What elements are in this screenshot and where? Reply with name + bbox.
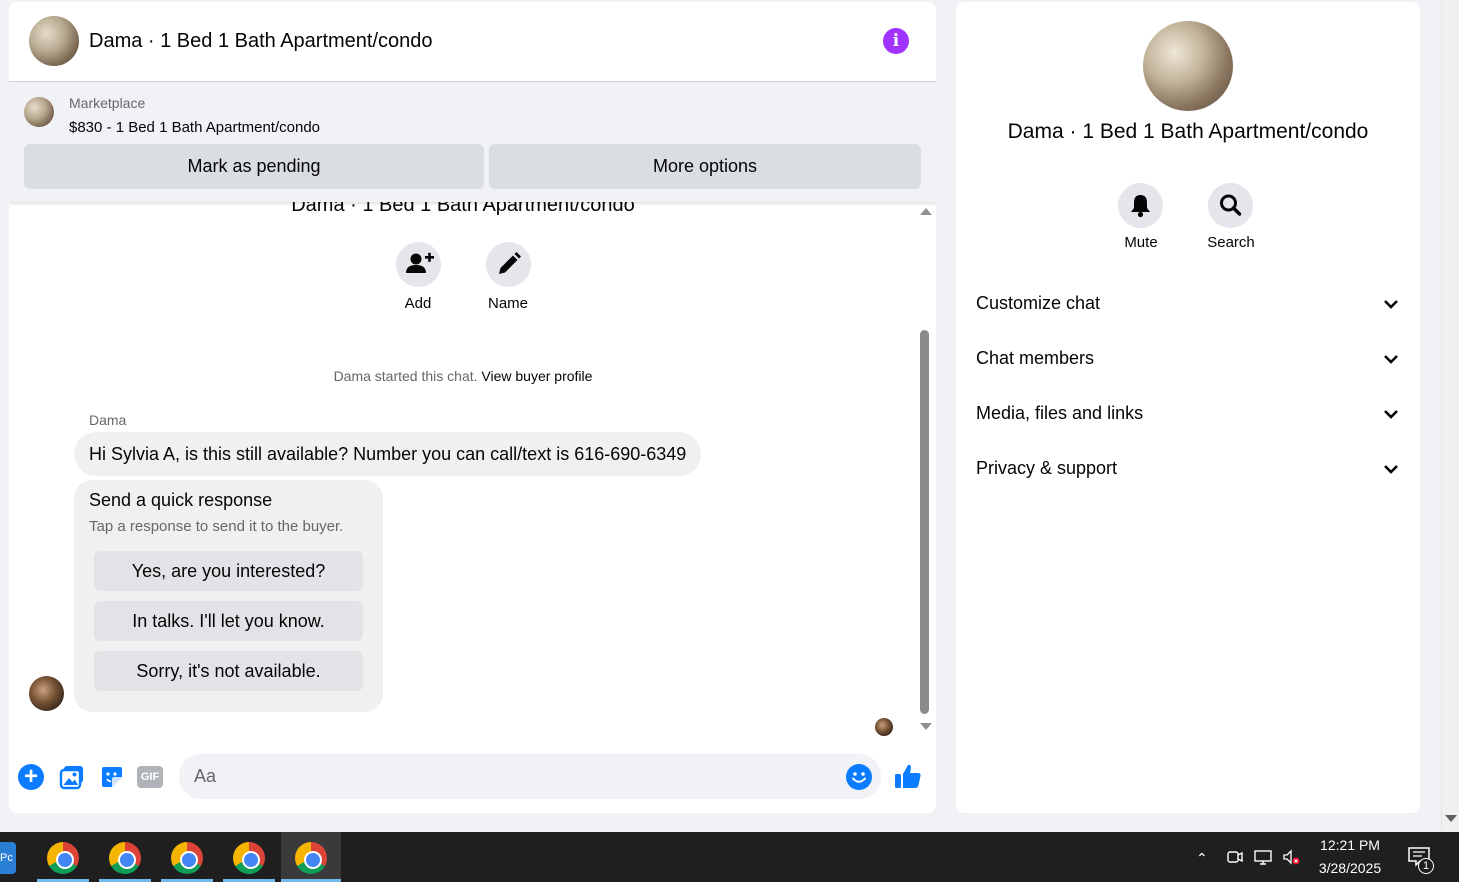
scroll-down-arrow-icon[interactable]: [920, 723, 932, 730]
buyer-avatar[interactable]: [29, 676, 64, 711]
chrome-taskbar-button[interactable]: [37, 832, 89, 882]
quick-response-card: Send a quick response Tap a response to …: [74, 480, 383, 712]
conversation-title: Dama · 1 Bed 1 Bath Apartment/condo: [291, 202, 635, 216]
chrome-icon: [233, 842, 265, 874]
pc-app-icon[interactable]: Pc: [0, 842, 16, 874]
clock-time[interactable]: 12:21 PM: [1300, 837, 1400, 853]
section-media-files-links[interactable]: Media, files and links: [976, 393, 1400, 433]
name-label: Name: [487, 295, 528, 312]
scroll-thumb[interactable]: [920, 330, 929, 714]
seen-receipt-avatar: [875, 718, 893, 736]
pencil-icon: [499, 252, 521, 274]
notification-count-badge: 1: [1418, 858, 1434, 874]
section-label: Customize chat: [976, 293, 1101, 313]
section-label: Media, files and links: [976, 403, 1144, 423]
search-in-chat-button[interactable]: [1208, 183, 1253, 228]
add-person-icon: [406, 252, 434, 273]
chrome-taskbar-button[interactable]: [223, 832, 275, 882]
clock-date[interactable]: 3/28/2025: [1300, 860, 1400, 876]
listing-avatar[interactable]: [29, 16, 79, 66]
mark-as-pending-button[interactable]: Mark as pending: [24, 144, 484, 189]
chevron-up-icon[interactable]: ⌃: [1196, 850, 1208, 867]
chat-title[interactable]: Dama · 1 Bed 1 Bath Apartment/condo: [89, 30, 433, 53]
sticker-icon[interactable]: [99, 764, 125, 790]
chrome-icon: [47, 842, 79, 874]
chrome-icon: [109, 842, 141, 874]
message-input[interactable]: [179, 754, 881, 799]
add-people-button[interactable]: [396, 242, 441, 287]
quick-response-subtitle: Tap a response to send it to the buyer.: [89, 518, 344, 535]
section-customize-chat[interactable]: Customize chat: [976, 283, 1400, 323]
section-chat-members[interactable]: Chat members: [976, 338, 1400, 378]
view-buyer-profile-link[interactable]: View buyer profile: [481, 368, 592, 384]
listing-thumbnail[interactable]: [24, 97, 54, 127]
listing-title[interactable]: $830 - 1 Bed 1 Bath Apartment/condo: [69, 119, 320, 136]
chat-started-text: Dama started this chat.: [333, 368, 478, 384]
chevron-down-icon: [1384, 410, 1398, 419]
chrome-icon: [295, 842, 327, 874]
network-icon[interactable]: [1254, 848, 1272, 866]
section-label: Privacy & support: [976, 458, 1118, 478]
add-label: Add: [404, 295, 432, 312]
marketplace-listing-bar: Marketplace $830 - 1 Bed 1 Bath Apartmen…: [9, 82, 936, 202]
bell-icon: [1131, 195, 1150, 218]
chat-info-panel: Dama · 1 Bed 1 Bath Apartment/condo Mute…: [956, 2, 1420, 813]
volume-muted-icon[interactable]: [1282, 848, 1300, 866]
quick-response-option[interactable]: In talks. I'll let you know.: [94, 601, 363, 641]
mute-label: Mute: [1124, 234, 1158, 251]
chat-panel: Dama · 1 Bed 1 Bath Apartment/condo i Ma…: [9, 2, 936, 813]
chevron-down-icon: [1384, 355, 1398, 364]
scroll-up-arrow-icon[interactable]: [920, 208, 932, 215]
plus-icon[interactable]: +: [18, 764, 44, 790]
chrome-taskbar-button-active[interactable]: [281, 832, 341, 882]
info-panel-title: Dama · 1 Bed 1 Bath Apartment/condo: [1007, 120, 1369, 143]
emoji-icon[interactable]: [846, 764, 872, 790]
mute-button[interactable]: [1118, 183, 1163, 228]
info-icon[interactable]: i: [883, 28, 909, 54]
image-icon[interactable]: [59, 764, 85, 790]
message-list: Dama · 1 Bed 1 Bath Apartment/condo Add …: [9, 202, 936, 742]
scroll-down-arrow-icon[interactable]: [1445, 815, 1457, 822]
window-scrollbar[interactable]: [1441, 0, 1459, 832]
chrome-taskbar-button[interactable]: [161, 832, 213, 882]
section-label: Chat members: [976, 348, 1095, 368]
quick-response-title: Send a quick response: [89, 490, 273, 510]
sender-name: Dama: [89, 412, 127, 428]
section-privacy-support[interactable]: Privacy & support: [976, 448, 1400, 488]
chevron-down-icon: [1384, 465, 1398, 474]
chat-started-notice: Dama started this chat. View buyer profi…: [9, 368, 917, 384]
chevron-down-icon: [1384, 300, 1398, 309]
name-chat-button[interactable]: [486, 242, 531, 287]
quick-response-option[interactable]: Sorry, it's not available.: [94, 651, 363, 691]
search-icon: [1220, 194, 1242, 216]
more-options-button[interactable]: More options: [489, 144, 921, 189]
windows-taskbar: Pc ⌃ 12:21 PM 3/28/2025 1: [0, 832, 1459, 882]
search-label: Search: [1207, 234, 1255, 251]
message-bubble[interactable]: Hi Sylvia A, is this still available? Nu…: [74, 432, 702, 476]
meet-now-icon[interactable]: [1226, 848, 1244, 866]
chat-header: Dama · 1 Bed 1 Bath Apartment/condo i: [9, 2, 936, 82]
message-scrollbar[interactable]: [918, 206, 932, 736]
listing-profile-photo[interactable]: [1143, 21, 1233, 111]
marketplace-label: Marketplace: [69, 95, 146, 111]
chrome-icon: [171, 842, 203, 874]
gif-icon[interactable]: GIF: [137, 766, 163, 788]
chrome-taskbar-button[interactable]: [99, 832, 151, 882]
message-composer: + GIF: [9, 742, 936, 813]
like-icon[interactable]: [894, 762, 922, 790]
quick-response-option[interactable]: Yes, are you interested?: [94, 551, 363, 591]
